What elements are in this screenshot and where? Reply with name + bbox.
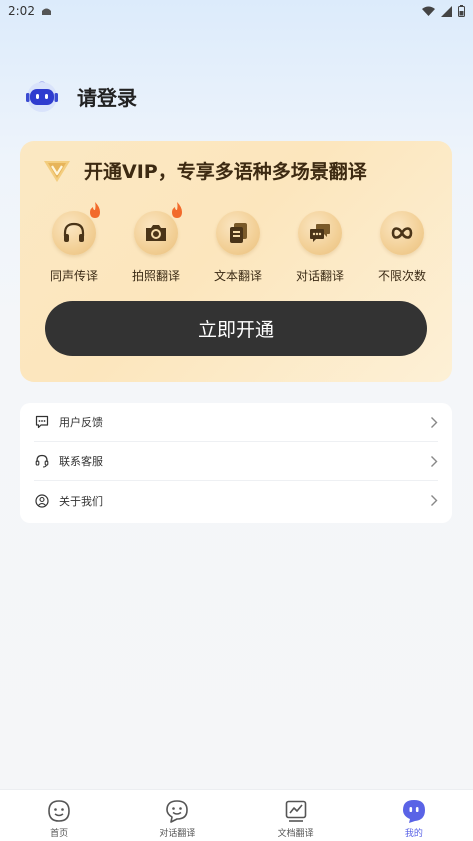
feature-label: 文本翻译 xyxy=(213,269,262,283)
feature-label: 拍照翻译 xyxy=(131,269,180,283)
feature-icon-circle xyxy=(134,202,182,255)
tab-dialogue-translation[interactable]: 对话翻译 xyxy=(118,790,236,841)
document-icon xyxy=(230,223,247,243)
chart-doc-icon xyxy=(285,800,306,822)
menu-item-label: 用户反馈 xyxy=(59,416,103,429)
open-vip-button[interactable]: 立即开通 xyxy=(45,301,427,356)
wifi-icon xyxy=(422,6,435,16)
tab-home[interactable]: 首页 xyxy=(0,790,118,841)
camera-icon xyxy=(146,225,166,241)
fire-hot-icon xyxy=(172,202,182,218)
profile-row[interactable]: 请登录 xyxy=(22,76,137,116)
tab-label: 我的 xyxy=(404,829,423,839)
menu-item-customer-service[interactable]: 联系客服 xyxy=(34,442,438,481)
chevron-right-icon xyxy=(431,455,438,467)
tab-mine[interactable]: 我的 xyxy=(355,790,473,841)
home-face-icon xyxy=(48,800,70,822)
headset-icon xyxy=(35,454,49,468)
fire-hot-icon xyxy=(90,202,100,218)
tab-label: 首页 xyxy=(50,829,69,839)
feature-icon-circle xyxy=(298,211,342,255)
feature-label: 不限次数 xyxy=(377,269,426,283)
status-time: 2:02 xyxy=(8,4,35,18)
vip-promo-card: 开通VIP，专享多语种多场景翻译 同声传译 拍照翻译 文本翻译 对话翻译 不限次… xyxy=(20,141,452,382)
chevron-right-icon xyxy=(431,495,438,506)
feature-label: 同声传译 xyxy=(49,269,98,283)
feature-photo-translation[interactable]: 拍照翻译 xyxy=(115,202,197,284)
menu-item-label: 关于我们 xyxy=(59,494,103,508)
robot-avatar-icon[interactable] xyxy=(22,76,62,116)
vip-title: 开通VIP，专享多语种多场景翻译 xyxy=(84,160,367,183)
feature-label: 对话翻译 xyxy=(295,269,344,283)
tab-document-translation[interactable]: 文档翻译 xyxy=(237,790,355,841)
feature-unlimited[interactable]: 不限次数 xyxy=(361,211,443,284)
chevron-right-icon xyxy=(431,416,438,428)
battery-icon xyxy=(458,5,465,17)
bottom-tab-bar: 首页 对话翻译 文档翻译 我的 xyxy=(0,789,473,841)
chat-icon xyxy=(310,224,330,242)
feature-icon-circle xyxy=(52,202,100,255)
feature-simultaneous-interpretation[interactable]: 同声传译 xyxy=(33,202,115,284)
settings-menu: 用户反馈 联系客服 关于我们 xyxy=(20,403,452,523)
feedback-icon xyxy=(35,415,49,429)
profile-face-icon xyxy=(402,800,425,823)
signal-icon xyxy=(441,5,452,17)
menu-item-label: 联系客服 xyxy=(59,455,103,468)
tab-label: 文档翻译 xyxy=(277,829,314,839)
vip-header: 开通VIP，专享多语种多场景翻译 xyxy=(42,155,367,185)
smile-chat-icon xyxy=(166,800,189,823)
feature-icon-circle xyxy=(380,211,424,255)
feature-text-translation[interactable]: 文本翻译 xyxy=(197,211,279,284)
status-bar: 2:02 xyxy=(0,0,473,22)
vip-features: 同声传译 拍照翻译 文本翻译 对话翻译 不限次数 xyxy=(20,202,452,284)
feature-icon-circle xyxy=(216,211,260,255)
menu-item-about-us[interactable]: 关于我们 xyxy=(34,481,438,520)
menu-item-feedback[interactable]: 用户反馈 xyxy=(34,403,438,442)
headphones-icon xyxy=(63,222,85,242)
android-notification-icon xyxy=(41,8,51,15)
user-circle-icon xyxy=(35,493,49,508)
infinity-icon xyxy=(391,227,413,239)
tab-label: 对话翻译 xyxy=(159,829,196,839)
login-prompt[interactable]: 请登录 xyxy=(77,82,137,111)
vip-badge-icon xyxy=(44,161,70,182)
feature-dialogue-translation[interactable]: 对话翻译 xyxy=(279,211,361,284)
